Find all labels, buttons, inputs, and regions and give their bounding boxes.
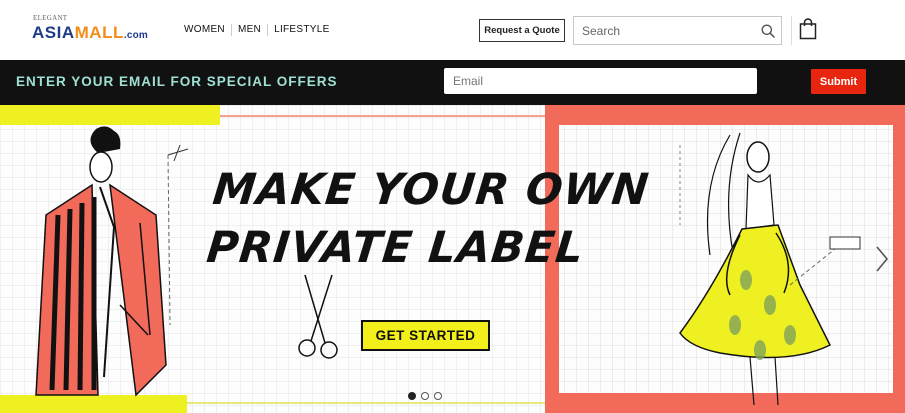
email-offer-bar: ENTER YOUR EMAIL FOR SPECIAL OFFERS Subm… [0, 60, 905, 105]
nav-item-women[interactable]: WOMEN [184, 24, 231, 36]
shopping-bag-icon[interactable] [799, 18, 817, 40]
email-field[interactable] [444, 68, 757, 94]
coral-band-top [545, 105, 905, 125]
get-started-button[interactable]: GET STARTED [361, 320, 490, 351]
brand-name-part3: .com [123, 30, 148, 41]
site-header: ELEGANT ASIAMALL.com WOMEN MEN LIFESTYLE… [0, 0, 905, 60]
brand-tagline: ELEGANT [33, 14, 68, 22]
search-box [573, 16, 782, 45]
submit-button[interactable]: Submit [811, 69, 866, 94]
carousel-dot-1[interactable] [408, 392, 416, 400]
search-input[interactable] [582, 23, 752, 39]
brand-logo[interactable]: ELEGANT ASIAMALL.com [32, 14, 162, 44]
brand-name-part2: MALL [74, 23, 124, 42]
nav-item-men[interactable]: MEN [230, 24, 267, 36]
offer-text: ENTER YOUR EMAIL FOR SPECIAL OFFERS [16, 74, 338, 89]
coral-band-right [893, 105, 905, 413]
search-icon[interactable] [761, 24, 775, 38]
hero-headline-line2: PRIVATE LABEL [204, 223, 587, 273]
hero-headline-line1: MAKE YOUR OWN [210, 165, 652, 215]
yellow-band-bottom [0, 395, 187, 413]
hero-banner: MAKE YOUR OWN PRIVATE LABEL GET STARTED [0, 105, 905, 413]
coral-band-bottom [545, 393, 905, 413]
header-divider [791, 16, 792, 45]
carousel-dot-3[interactable] [434, 392, 442, 400]
main-nav: WOMEN MEN LIFESTYLE [184, 24, 336, 36]
carousel-dot-2[interactable] [421, 392, 429, 400]
brand-wordmark: ASIAMALL.com [32, 23, 148, 43]
yellow-band-top [0, 105, 220, 125]
nav-item-lifestyle[interactable]: LIFESTYLE [267, 24, 336, 36]
carousel-dots [408, 392, 442, 400]
chevron-right-icon[interactable] [874, 245, 890, 273]
request-quote-button[interactable]: Request a Quote [479, 19, 565, 42]
brand-name-part1: ASIA [32, 23, 75, 42]
hero-headline: MAKE YOUR OWN PRIVATE LABEL [204, 161, 652, 277]
